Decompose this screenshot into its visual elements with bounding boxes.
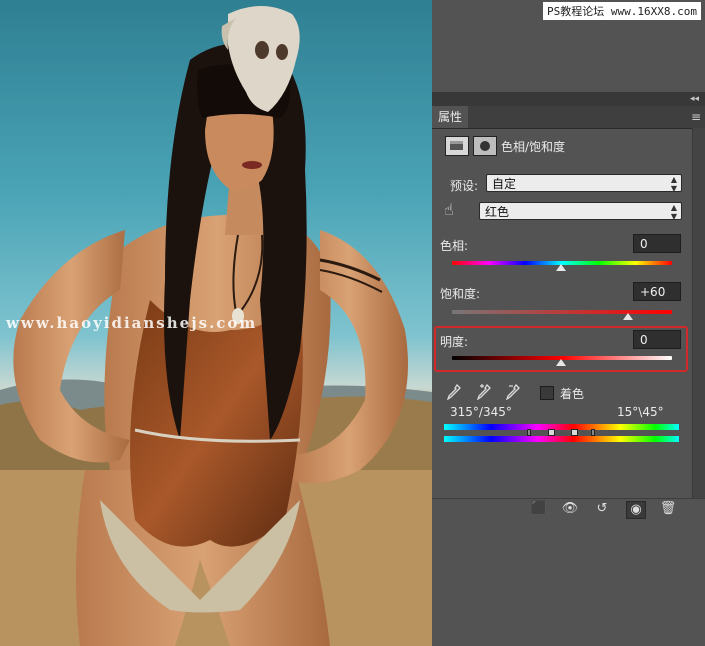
colorize-label: 着色 [560,387,585,401]
adjustment-title: 色相/饱和度 [501,140,566,154]
trash-icon[interactable]: 🗑 [659,501,677,517]
dropdown-arrows-icon: ▲ ▼ [670,175,677,193]
range-slider-right-inner[interactable] [571,429,578,436]
saturation-slider-thumb[interactable] [623,313,633,320]
saturation-slider-track[interactable] [452,310,672,314]
lightness-slider-thumb[interactable] [556,359,566,366]
layers-icon[interactable] [445,136,469,156]
color-range-bar-bottom [444,436,679,442]
view-previous-icon[interactable]: 👁 [561,501,579,517]
eyedropper-icon[interactable] [447,384,461,400]
lightness-label: 明度: [440,335,469,349]
dropdown-arrows-icon: ▲ ▼ [670,203,677,221]
mask-icon[interactable] [473,136,497,156]
preset-dropdown[interactable]: 自定 ▲ ▼ [486,174,682,193]
hue-label: 色相: [440,239,469,253]
site-watermark: PS教程论坛 www.16XX8.com [543,2,701,20]
properties-panel: PS教程论坛 www.16XX8.com ◂◂ 属性 ≡ [432,0,705,646]
preset-value: 自定 [492,177,517,191]
eyedropper-minus-icon[interactable] [506,384,520,400]
range-slider-left-inner[interactable] [548,429,555,436]
channel-value: 红色 [485,205,510,219]
saturation-input[interactable]: +60 [633,282,681,301]
reset-icon[interactable]: ↺ [593,501,611,517]
hand-target-icon[interactable]: ☝ [444,200,466,222]
saturation-label: 饱和度: [440,287,481,301]
tab-properties[interactable]: 属性 [432,106,469,128]
preset-label: 预设: [450,179,479,193]
range-right-label: 15°\45° [617,405,664,419]
photo-watermark: www.haoyidianshejs.com [6,314,258,332]
panel-dock-bar[interactable]: ◂◂ [432,92,705,106]
channel-dropdown[interactable]: 红色 ▲ ▼ [479,202,682,221]
range-slider-left-outer[interactable] [527,429,531,436]
collapse-panel-icon[interactable]: ◂◂ [690,92,699,106]
range-slider-right-outer[interactable] [591,429,595,436]
clip-to-layer-icon[interactable]: ⬛ [530,501,548,517]
range-left-label: 315°/345° [450,405,512,419]
color-range-bar-top[interactable] [444,424,679,430]
panel-tab-bar: 属性 ≡ [432,106,705,129]
visibility-eye-icon[interactable]: ◉ [626,501,646,519]
panel-scrollbar[interactable] [692,128,705,498]
colorize-checkbox[interactable] [540,386,554,400]
photo-canvas[interactable]: www.haoyidianshejs.com [0,0,432,646]
hue-input[interactable]: 0 [633,234,681,253]
hue-slider-thumb[interactable] [556,264,566,271]
panel-menu-icon[interactable]: ≡ [691,110,701,124]
eyedropper-plus-icon[interactable] [477,384,491,400]
panel-empty-area [432,521,705,646]
lightness-input[interactable]: 0 [633,330,681,349]
